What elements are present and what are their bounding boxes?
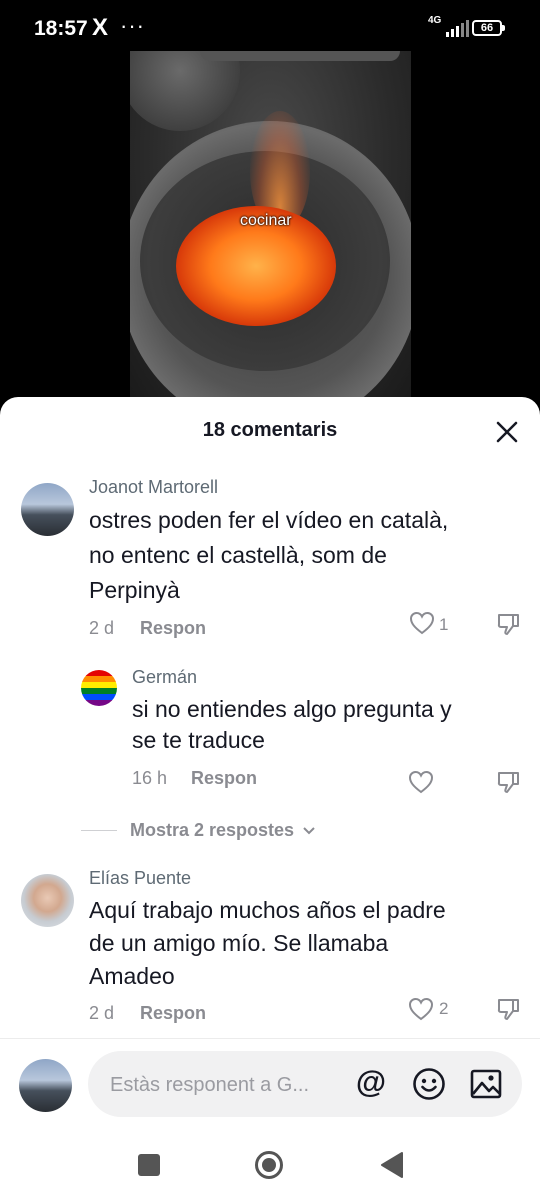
heart-icon[interactable] <box>408 997 434 1021</box>
comment-text: ostres poden fer el vídeo en català, no … <box>89 507 449 603</box>
mention-icon[interactable]: @ <box>354 1065 388 1099</box>
comment-input-bar[interactable]: @ <box>88 1051 522 1119</box>
home-icon[interactable] <box>254 1150 284 1180</box>
dislike-icon[interactable] <box>496 611 522 637</box>
emoji-icon[interactable] <box>412 1067 446 1101</box>
show-replies-label: Mostra 2 respostes <box>130 820 295 840</box>
divider <box>81 830 117 831</box>
reply-button[interactable]: Respon <box>191 768 257 789</box>
heart-icon[interactable] <box>409 611 435 635</box>
heart-icon[interactable] <box>408 770 434 794</box>
dislike-icon[interactable] <box>496 996 522 1022</box>
recents-icon[interactable] <box>138 1154 160 1176</box>
comment-author[interactable]: Elías Puente <box>89 868 191 889</box>
signal-icon <box>446 20 469 37</box>
comment-author[interactable]: Joanot Martorell <box>89 477 218 498</box>
video-caption: cocinar <box>240 212 292 229</box>
video-player[interactable]: cocinar <box>130 51 411 401</box>
reply-button[interactable]: Respon <box>140 1003 206 1024</box>
divider <box>0 1038 540 1039</box>
network-type: 4G <box>428 15 442 26</box>
back-icon[interactable] <box>380 1151 404 1179</box>
close-icon[interactable] <box>494 419 520 445</box>
avatar[interactable] <box>81 670 117 706</box>
battery-icon: 66 <box>472 20 505 36</box>
user-avatar[interactable] <box>19 1059 72 1112</box>
like-count: 1 <box>439 615 449 634</box>
comment-author[interactable]: Germán <box>132 667 197 688</box>
more-notifications-icon: ··· <box>120 13 145 38</box>
comment-age: 2 d <box>89 618 115 638</box>
reply-button[interactable]: Respon <box>140 618 206 639</box>
comment-input[interactable] <box>108 1051 352 1119</box>
avatar[interactable] <box>21 874 74 927</box>
show-replies-button[interactable]: Mostra 2 respostes <box>130 820 316 841</box>
comments-title: 18 comentaris <box>202 419 338 441</box>
status-time: 18:57 <box>34 17 88 40</box>
like-count: 2 <box>439 999 449 1018</box>
comment-age: 2 d <box>89 1003 115 1023</box>
battery-level: 66 <box>480 22 494 34</box>
chevron-down-icon <box>303 827 315 835</box>
comment-age: 16 h <box>132 768 168 788</box>
system-navigation-bar <box>0 1130 540 1200</box>
x-app-icon: X <box>92 14 109 41</box>
video-scene <box>130 51 240 131</box>
comments-sheet: 18 comentaris Joanot Martorell ostres po… <box>0 397 540 1200</box>
comment-text: Aquí trabajo muchos años el padre de un … <box>89 897 446 989</box>
avatar[interactable] <box>21 483 74 536</box>
image-icon[interactable] <box>469 1067 503 1101</box>
comment-text: si no entiendes algo pregunta y se te tr… <box>132 696 452 753</box>
dislike-icon[interactable] <box>496 769 522 795</box>
